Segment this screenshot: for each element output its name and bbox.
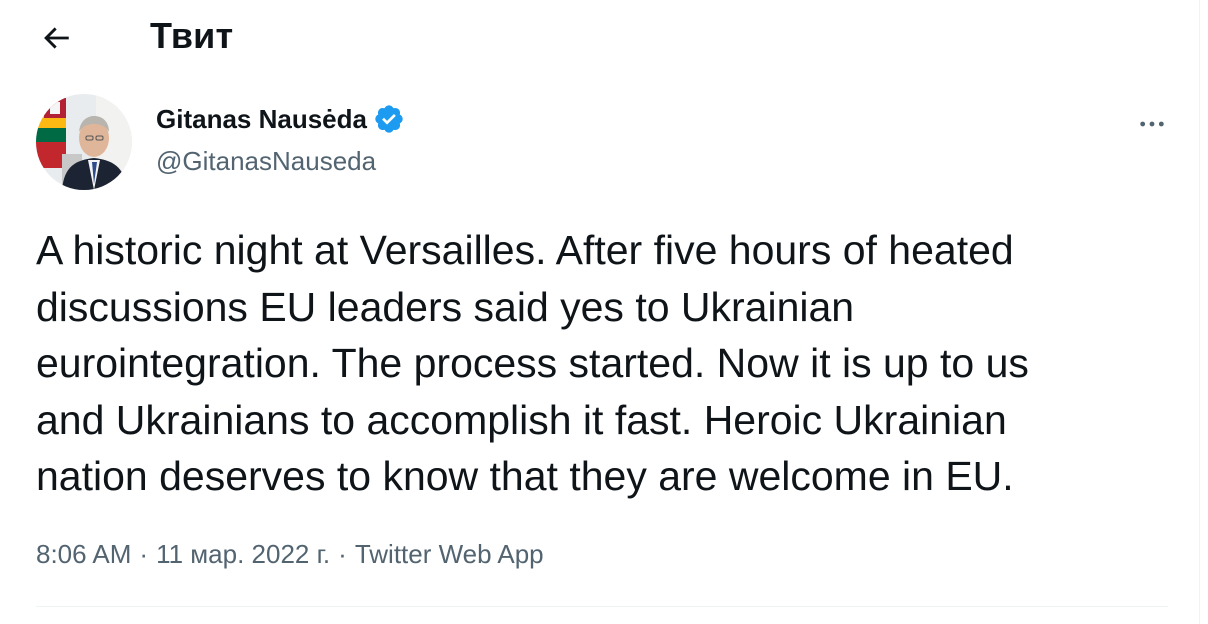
tweet-time[interactable]: 8:06 AM	[36, 536, 131, 572]
avatar-image	[36, 94, 132, 190]
tweet-source[interactable]: Twitter Web App	[355, 536, 544, 572]
more-options-button[interactable]	[1128, 100, 1176, 148]
page-title: Твит	[150, 15, 234, 56]
back-button[interactable]	[24, 10, 88, 66]
avatar[interactable]	[36, 94, 132, 190]
more-horizontal-icon	[1140, 121, 1164, 127]
page-header: Твит	[0, 0, 1200, 76]
user-handle[interactable]: @GitanasNauseda	[156, 144, 376, 178]
divider	[36, 606, 1168, 607]
tweet-author: Gitanas Nausėda @GitanasNauseda	[36, 94, 1176, 194]
tweet-text: A historic night at Versailles. After fi…	[36, 227, 1029, 499]
verified-badge-icon	[373, 103, 405, 135]
display-name[interactable]: Gitanas Nausėda	[156, 102, 367, 136]
meta-separator: ·	[338, 539, 347, 569]
tweet-metadata: 8:06 AM · 11 мар. 2022 г. · Twitter Web …	[36, 536, 544, 572]
meta-separator: ·	[139, 539, 149, 569]
tweet-date[interactable]: 11 мар. 2022 г.	[156, 536, 330, 572]
arrow-left-icon	[44, 27, 69, 49]
name-row: Gitanas Nausėda	[156, 102, 405, 136]
tweet-page: Твит Gitanas Nausėda @GitanasNauseda A h…	[0, 0, 1200, 624]
